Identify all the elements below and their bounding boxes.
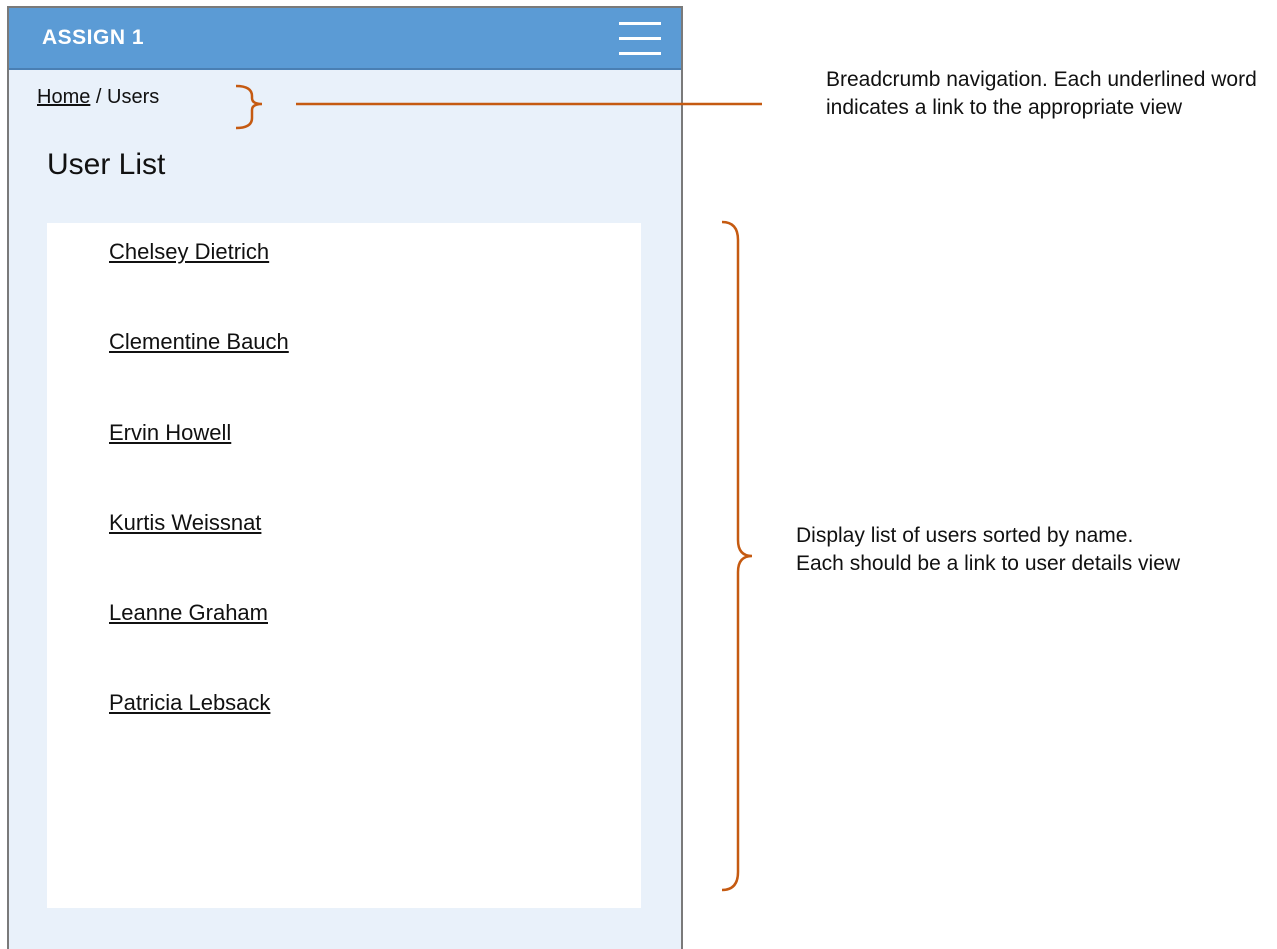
breadcrumb-annotation: Breadcrumb navigation. Each underlined w… (826, 68, 1257, 119)
user-list-annotation-line-2: Each should be a link to user details vi… (796, 552, 1181, 575)
list-brace (721, 220, 753, 892)
user-list-annotation-line-1: Display list of users sorted by name. (796, 524, 1134, 547)
breadcrumb-brace (235, 84, 263, 130)
annotation-connectors (235, 84, 762, 892)
user-list-annotation: Display list of users sorted by name. Ea… (796, 522, 1266, 578)
